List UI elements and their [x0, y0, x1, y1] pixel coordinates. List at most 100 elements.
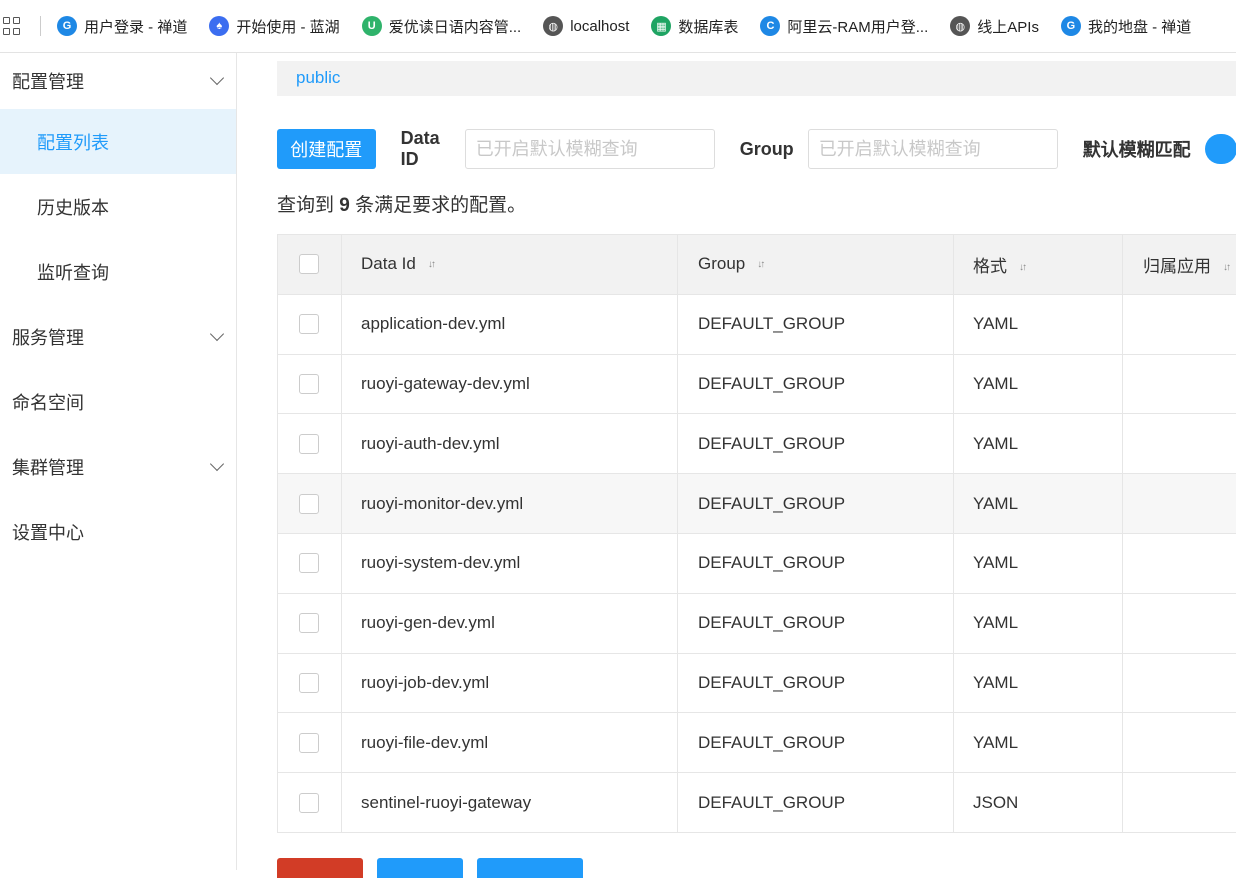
- header-format[interactable]: 格式 ↓↑: [954, 235, 1123, 295]
- data-id-input[interactable]: [465, 129, 715, 169]
- nav-group-settings[interactable]: 设置中心: [0, 499, 236, 564]
- table-row[interactable]: ruoyi-file-dev.ymlDEFAULT_GROUPYAML: [278, 713, 1236, 773]
- bookmarks-bar: G用户登录 - 禅道 ♠开始使用 - 蓝湖 U爱优读日语内容管... ◍ localho…: [0, 0, 1236, 53]
- table-row[interactable]: ruoyi-system-dev.ymlDEFAULT_GROUPYAML: [278, 533, 1236, 593]
- row-checkbox[interactable]: [299, 314, 319, 334]
- nav-group-service-mgmt[interactable]: 服务管理: [0, 304, 236, 369]
- header-checkbox-cell: [278, 235, 342, 295]
- row-checkbox-cell: [278, 593, 342, 653]
- bookmark-label: 数据库表: [678, 16, 738, 37]
- header-app[interactable]: 归属应用 ↓↑: [1123, 235, 1236, 295]
- result-count: 9: [339, 195, 350, 216]
- row-checkbox[interactable]: [299, 733, 319, 753]
- bookmark-list: G用户登录 - 禅道 ♠开始使用 - 蓝湖 U爱优读日语内容管... ◍ localho…: [57, 16, 1213, 37]
- bookmark-label: 爱优读日语内容管...: [389, 16, 522, 37]
- chevron-down-icon: [210, 326, 224, 340]
- nav-item-config-list[interactable]: 配置列表: [0, 109, 236, 174]
- row-checkbox-cell: [278, 354, 342, 414]
- cell-app: [1123, 294, 1236, 354]
- bookmark-label: localhost: [570, 18, 629, 35]
- cell-group: DEFAULT_GROUP: [678, 593, 954, 653]
- nav-group-label: 配置管理: [12, 68, 84, 94]
- nav-item-history[interactable]: 历史版本: [0, 174, 236, 239]
- fuzzy-match-toggle[interactable]: [1205, 134, 1236, 164]
- cell-app: [1123, 713, 1236, 773]
- cell-format: YAML: [954, 414, 1123, 474]
- header-label: 格式: [973, 257, 1007, 276]
- sidebar: 配置管理 配置列表 历史版本 监听查询 服务管理 命名空间 集群管理 设置中心: [0, 53, 237, 870]
- group-label: Group: [740, 139, 794, 160]
- cell-data-id: ruoyi-gateway-dev.yml: [342, 354, 678, 414]
- sort-icon[interactable]: ↓↑: [1223, 262, 1229, 273]
- row-checkbox[interactable]: [299, 793, 319, 813]
- cell-app: [1123, 414, 1236, 474]
- sort-icon[interactable]: ↓↑: [428, 259, 434, 270]
- cell-data-id: ruoyi-gen-dev.yml: [342, 593, 678, 653]
- cell-app: [1123, 533, 1236, 593]
- sort-icon[interactable]: ↓↑: [757, 259, 763, 270]
- bookmark-item[interactable]: G我的地盘 - 禅道: [1061, 16, 1191, 37]
- apps-grid-icon[interactable]: [3, 17, 21, 35]
- namespace-tab-public[interactable]: public: [296, 68, 340, 87]
- result-summary: 查询到 9 条满足要求的配置。: [277, 190, 526, 217]
- cell-group: DEFAULT_GROUP: [678, 653, 954, 713]
- row-checkbox-cell: [278, 773, 342, 833]
- import-button[interactable]: [477, 858, 583, 878]
- row-checkbox[interactable]: [299, 553, 319, 573]
- table-row[interactable]: sentinel-ruoyi-gatewayDEFAULT_GROUPJSON: [278, 773, 1236, 833]
- bookmark-label: 用户登录 - 禅道: [84, 16, 187, 37]
- cell-group: DEFAULT_GROUP: [678, 294, 954, 354]
- bookmark-label: 阿里云-RAM用户登...: [787, 16, 928, 37]
- header-label: 归属应用: [1143, 257, 1211, 276]
- bookmarks-divider: [40, 16, 41, 36]
- cell-data-id: ruoyi-auth-dev.yml: [342, 414, 678, 474]
- export-button[interactable]: [377, 858, 463, 878]
- bookmark-item[interactable]: U爱优读日语内容管...: [362, 16, 522, 37]
- table-header-row: Data Id ↓↑ Group↓↑ 格式 ↓↑ 归属应用 ↓↑: [278, 235, 1236, 295]
- row-checkbox-cell: [278, 533, 342, 593]
- cell-app: [1123, 354, 1236, 414]
- bookmark-item[interactable]: ▦ 数据库表: [651, 16, 738, 37]
- row-checkbox[interactable]: [299, 673, 319, 693]
- bookmark-item[interactable]: C阿里云-RAM用户登...: [760, 16, 928, 37]
- bookmark-item[interactable]: G用户登录 - 禅道: [57, 16, 187, 37]
- select-all-checkbox[interactable]: [299, 254, 319, 274]
- table-row[interactable]: ruoyi-job-dev.ymlDEFAULT_GROUPYAML: [278, 653, 1236, 713]
- bookmark-item[interactable]: ♠开始使用 - 蓝湖: [209, 16, 339, 37]
- cell-group: DEFAULT_GROUP: [678, 414, 954, 474]
- cell-app: [1123, 653, 1236, 713]
- bookmark-item[interactable]: ◍ localhost: [543, 16, 629, 36]
- row-checkbox[interactable]: [299, 374, 319, 394]
- nav-group-cluster-mgmt[interactable]: 集群管理: [0, 434, 236, 499]
- create-config-button[interactable]: 创建配置: [277, 129, 376, 169]
- table-row[interactable]: ruoyi-gen-dev.ymlDEFAULT_GROUPYAML: [278, 593, 1236, 653]
- table-row[interactable]: application-dev.ymlDEFAULT_GROUPYAML: [278, 294, 1236, 354]
- table-row[interactable]: ruoyi-monitor-dev.ymlDEFAULT_GROUPYAML: [278, 474, 1236, 534]
- sheet-icon: ▦: [651, 16, 671, 36]
- table-row[interactable]: ruoyi-gateway-dev.ymlDEFAULT_GROUPYAML: [278, 354, 1236, 414]
- cell-app: [1123, 773, 1236, 833]
- nav-group-config-mgmt[interactable]: 配置管理: [0, 53, 236, 109]
- group-input[interactable]: [808, 129, 1058, 169]
- header-data-id[interactable]: Data Id ↓↑: [342, 235, 678, 295]
- nav-group-namespace[interactable]: 命名空间: [0, 369, 236, 434]
- cell-app: [1123, 593, 1236, 653]
- bookmark-label: 我的地盘 - 禅道: [1088, 16, 1191, 37]
- cell-app: [1123, 474, 1236, 534]
- row-checkbox[interactable]: [299, 434, 319, 454]
- globe-icon: ◍: [543, 16, 563, 36]
- sort-icon[interactable]: ↓↑: [1019, 262, 1025, 273]
- nav-item-listen-query[interactable]: 监听查询: [0, 239, 236, 304]
- cell-format: JSON: [954, 773, 1123, 833]
- globe-icon: ◍: [950, 16, 970, 36]
- chevron-down-icon: [210, 71, 224, 85]
- header-group[interactable]: Group↓↑: [678, 235, 954, 295]
- cell-data-id: application-dev.yml: [342, 294, 678, 354]
- bookmark-item[interactable]: ◍ 线上APIs: [950, 16, 1039, 37]
- delete-button[interactable]: [277, 858, 363, 878]
- row-checkbox[interactable]: [299, 613, 319, 633]
- bookmark-label: 线上APIs: [977, 16, 1039, 37]
- table-row[interactable]: ruoyi-auth-dev.ymlDEFAULT_GROUPYAML: [278, 414, 1236, 474]
- row-checkbox[interactable]: [299, 494, 319, 514]
- header-label: Data Id: [361, 254, 416, 273]
